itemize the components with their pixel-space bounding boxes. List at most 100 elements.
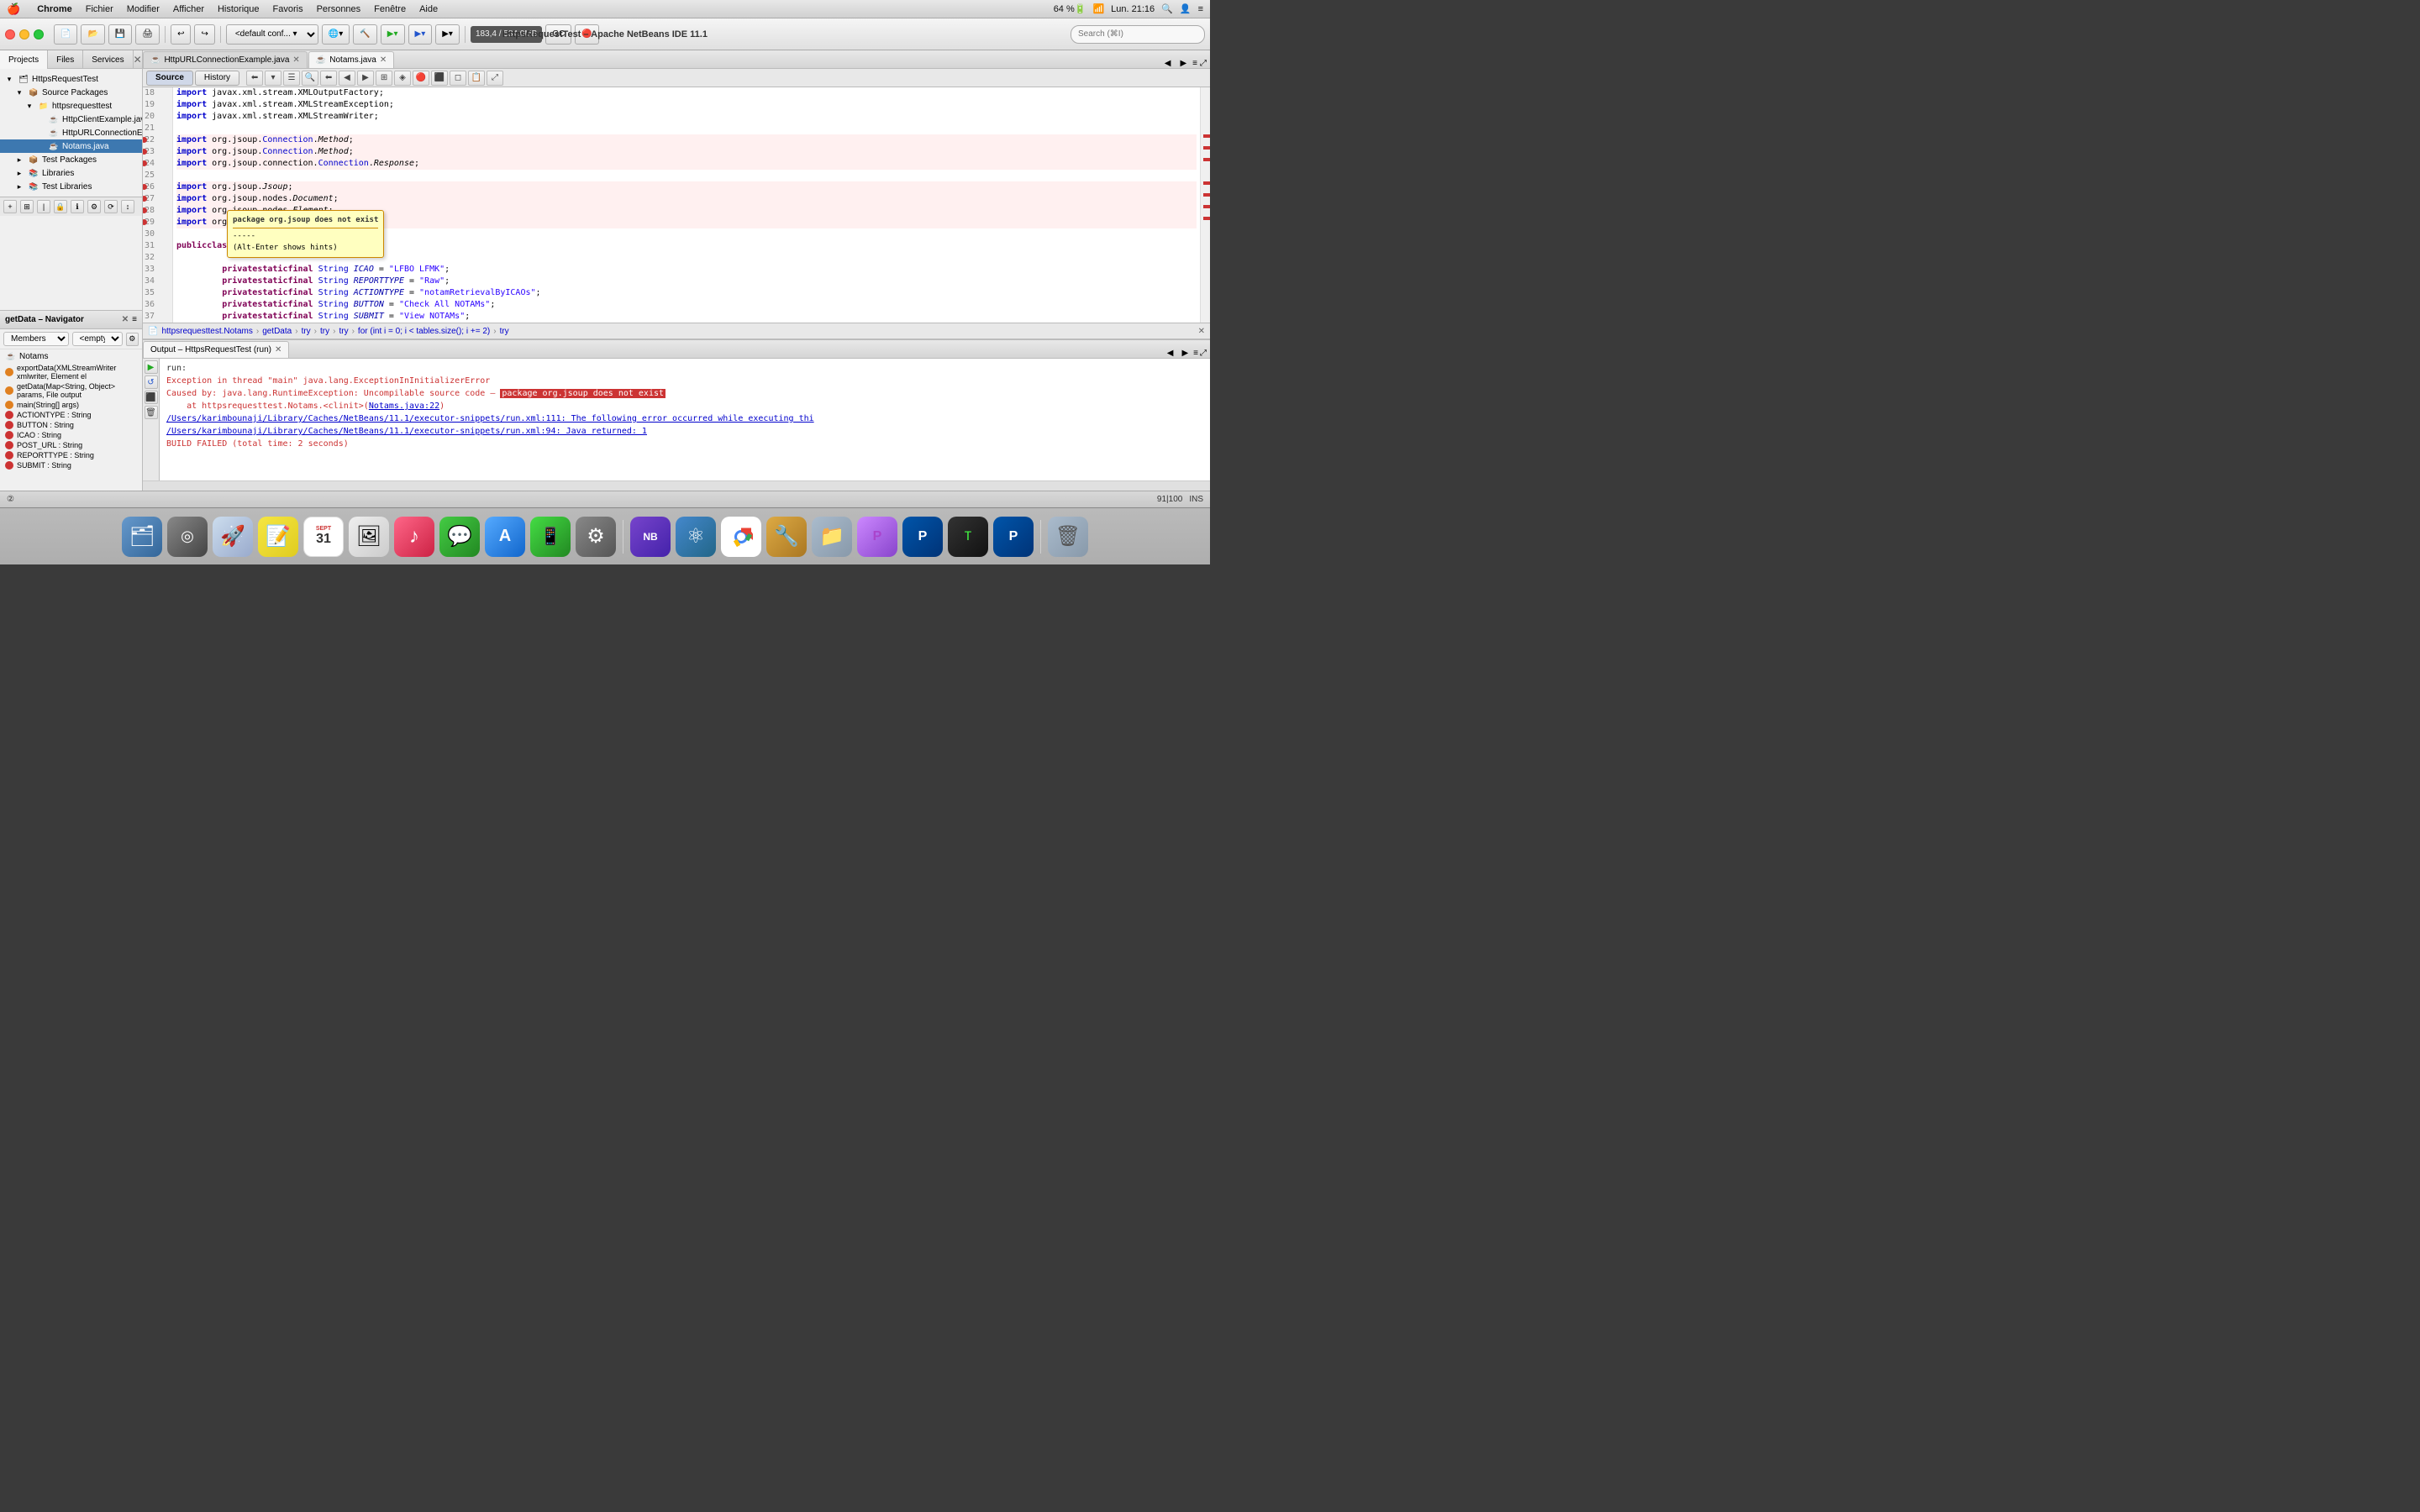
save-btn[interactable]: 💾: [108, 24, 132, 45]
dock-music[interactable]: ♪: [394, 517, 434, 557]
test-btn[interactable]: ◻: [450, 71, 466, 86]
tab-notams-close[interactable]: ✕: [380, 55, 387, 65]
output-tab-close[interactable]: ✕: [275, 345, 281, 354]
tree-libraries[interactable]: ▸ 📚 Libraries: [0, 166, 142, 180]
tree-package[interactable]: ▾ 📁 httpsrequesttest: [0, 99, 142, 113]
run-again-btn[interactable]: ▶: [145, 360, 158, 374]
navigator-close[interactable]: ✕: [122, 315, 129, 324]
notams-link[interactable]: Notams.java:22: [369, 402, 439, 411]
dock-settings[interactable]: ⚙: [576, 517, 616, 557]
output-line-6[interactable]: /Users/karimbounaji/Library/Caches/NetBe…: [166, 425, 1203, 438]
nav-class-notams[interactable]: ☕ Notams: [0, 349, 142, 363]
history-btn[interactable]: History: [195, 71, 239, 86]
tab-httpurl[interactable]: ☕ HttpURLConnectionExample.java ✕: [143, 51, 308, 68]
sync-btn[interactable]: ⟳: [104, 200, 118, 213]
apple-menu[interactable]: 🍎: [7, 3, 20, 16]
menu-personnes[interactable]: Personnes: [310, 0, 368, 18]
redo-btn[interactable]: ↪: [194, 24, 214, 45]
open-project-btn[interactable]: 📂: [81, 24, 104, 45]
profile-btn[interactable]: ▶▾: [435, 24, 460, 45]
nav-method-export[interactable]: exportData(XMLStreamWriter xmlwriter, El…: [0, 363, 142, 381]
build-btn[interactable]: 🔨: [353, 24, 376, 45]
force-gc-btn[interactable]: 🔴: [575, 24, 598, 45]
run-config-btn[interactable]: 🌐▾: [322, 24, 350, 45]
config-select[interactable]: <default conf... ▾: [226, 24, 318, 45]
editor-nav-next[interactable]: ▶: [1176, 59, 1190, 68]
tree-file-httpclient[interactable]: ☕ HttpClientExample.java: [0, 113, 142, 126]
run-btn[interactable]: ▶▾: [381, 24, 405, 45]
find-usages-btn[interactable]: ⬅: [320, 71, 337, 86]
tree-file-httpurl[interactable]: ☕ HttpURLConnectionExample.java: [0, 126, 142, 139]
bc-part-2[interactable]: getData: [262, 327, 292, 336]
dock-git[interactable]: 🔧: [766, 517, 807, 557]
menu-favoris[interactable]: Favoris: [266, 0, 310, 18]
vertical-btn[interactable]: |: [37, 200, 50, 213]
left-panel-close[interactable]: ✕: [134, 54, 142, 66]
search-menu-icon[interactable]: 🔍: [1161, 3, 1173, 14]
members-select[interactable]: Members: [3, 332, 69, 346]
code-content[interactable]: import javax.xml.stream.XMLOutputFactory…: [173, 87, 1200, 323]
bc-part-5[interactable]: try: [339, 327, 348, 336]
tab-projects[interactable]: Projects: [0, 50, 48, 69]
dock-finder2[interactable]: 📁: [812, 517, 852, 557]
tree-test-packages[interactable]: ▸ 📦 Test Packages: [0, 153, 142, 166]
stop-output-btn[interactable]: ⬛: [145, 391, 158, 404]
tree-source-packages[interactable]: ▾ 📦 Source Packages: [0, 86, 142, 99]
add-group-btn[interactable]: +: [3, 200, 17, 213]
search-input[interactable]: [1071, 25, 1205, 44]
rerun-btn[interactable]: ↺: [145, 375, 158, 389]
editor-nav-prev[interactable]: ◀: [1161, 59, 1175, 68]
layout-btn[interactable]: ⊞: [20, 200, 34, 213]
menu-chrome[interactable]: Chrome: [30, 0, 79, 18]
tree-test-libraries[interactable]: ▸ 📚 Test Libraries: [0, 180, 142, 193]
bc-part-4[interactable]: try: [320, 327, 329, 336]
editor-menu[interactable]: ≡: [1192, 59, 1197, 68]
dock-finder[interactable]: 🗂: [122, 517, 162, 557]
nav-method-getdata[interactable]: getData(Map<String, Object> params, File…: [0, 381, 142, 400]
diff-btn[interactable]: ◈: [394, 71, 411, 86]
dock-netbeans[interactable]: NB: [630, 517, 671, 557]
gc-btn[interactable]: GC: [545, 24, 571, 45]
dock-siri[interactable]: ◎: [167, 517, 208, 557]
dock-whatsapp[interactable]: 📱: [530, 517, 571, 557]
output-next[interactable]: ▶: [1178, 349, 1192, 358]
dock-launchpad[interactable]: 🚀: [213, 517, 253, 557]
debug-btn[interactable]: ▶▾: [408, 24, 433, 45]
menu-extra[interactable]: ≡: [1198, 4, 1203, 14]
undo-btn[interactable]: ↩: [171, 24, 191, 45]
nav-method-main[interactable]: main(String[] args): [0, 400, 142, 410]
navigator-menu[interactable]: ≡: [132, 315, 137, 324]
prev-btn[interactable]: ◀: [339, 71, 355, 86]
dock-preview[interactable]: P: [857, 517, 897, 557]
output-tab-run[interactable]: Output – HttpsRequestTest (run) ✕: [143, 341, 289, 358]
bc-part-1[interactable]: httpsrequesttest.Notams: [161, 327, 252, 336]
nav-field-button[interactable]: BUTTON : String: [0, 420, 142, 430]
nav-field-posturl[interactable]: POST_URL : String: [0, 440, 142, 450]
lock-btn[interactable]: 🔒: [54, 200, 67, 213]
menu-fenetre[interactable]: Fenêtre: [367, 0, 413, 18]
dock-chrome[interactable]: [721, 517, 761, 557]
dock-notes[interactable]: 📝: [258, 517, 298, 557]
output-hscroll[interactable]: [143, 480, 1210, 491]
dock-calendar[interactable]: SEPT31: [303, 517, 344, 557]
toggle-rh-btn[interactable]: 🔴: [413, 71, 429, 86]
filter-btn[interactable]: ⚙: [87, 200, 101, 213]
tree-file-notams[interactable]: ☕ Notams.java: [0, 139, 142, 153]
dock-terminal[interactable]: T: [948, 517, 988, 557]
menu-historique[interactable]: Historique: [211, 0, 266, 18]
dock-photos[interactable]: 🖼: [349, 517, 389, 557]
connect-btn[interactable]: ↕: [121, 200, 134, 213]
code-editor[interactable]: 18 19 20 21 22 23 24 25: [143, 87, 1210, 323]
forward-navigate-btn[interactable]: ▾: [265, 71, 281, 86]
maximize-window-btn[interactable]: [34, 29, 44, 39]
output-line-5[interactable]: /Users/karimbounaji/Library/Caches/NetBe…: [166, 412, 1203, 425]
bc-part-6[interactable]: for (int i = 0; i < tables.size(); i += …: [358, 327, 490, 336]
tasks-btn[interactable]: 📋: [468, 71, 485, 86]
nav-field-icao[interactable]: ICAO : String: [0, 430, 142, 440]
output-content[interactable]: run: Exception in thread "main" java.lan…: [160, 359, 1210, 480]
dock-appstore[interactable]: A: [485, 517, 525, 557]
nav-field-actiontype[interactable]: ACTIONTYPE : String: [0, 410, 142, 420]
tab-files[interactable]: Files: [48, 50, 83, 69]
user-icon[interactable]: 👤: [1180, 3, 1192, 14]
tab-notams[interactable]: ☕ Notams.java ✕: [308, 51, 394, 68]
